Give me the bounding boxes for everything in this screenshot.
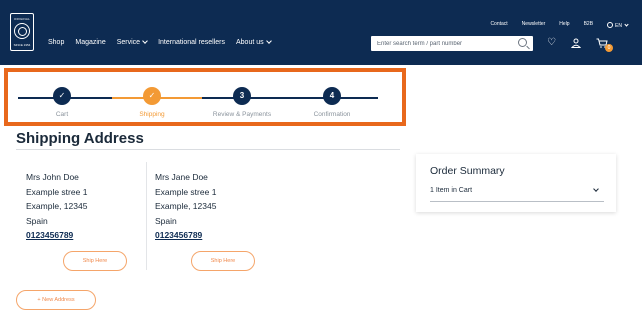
logo-tag-text: SINCE 1954 bbox=[13, 43, 31, 47]
step-label-confirmation: Confirmation bbox=[313, 111, 351, 118]
b2b-link[interactable]: B2B bbox=[584, 21, 593, 29]
heart-icon[interactable]: ♡ bbox=[547, 38, 556, 48]
step-number: 4 bbox=[329, 91, 335, 100]
nav-international-resellers[interactable]: International resellers bbox=[158, 39, 225, 46]
address-street: Example stree 1 bbox=[155, 186, 217, 197]
address-city: Example, 12345 bbox=[26, 201, 88, 211]
nav-magazine[interactable]: Magazine bbox=[75, 39, 105, 46]
step-label-shipping: Shipping bbox=[139, 111, 165, 118]
step-number: 3 bbox=[239, 91, 245, 100]
nav-resellers-label: International resellers bbox=[158, 39, 225, 46]
newsletter-link[interactable]: Newsletter bbox=[522, 21, 546, 29]
address-card-1: Mrs John Doe Example stree 1 Example, 12… bbox=[26, 170, 87, 243]
address-country: Spain bbox=[155, 215, 177, 226]
check-icon: ✓ bbox=[58, 91, 66, 100]
main-navigation: Shop Magazine Service International rese… bbox=[48, 38, 272, 46]
nav-service-label: Service bbox=[116, 39, 141, 46]
address-card-2: Mrs Jane Doe Example stree 1 Example, 12… bbox=[155, 170, 216, 243]
nav-about-label: About us bbox=[236, 39, 264, 46]
step-label-cart: Cart bbox=[55, 111, 69, 118]
nav-about-us[interactable]: About us bbox=[236, 38, 272, 46]
site-header: ORIGINAL SINCE 1954 Shop Magazine Servic… bbox=[0, 0, 642, 65]
address-name: Mrs Jane Doe bbox=[155, 172, 208, 182]
chevron-down-icon bbox=[624, 22, 629, 27]
search-box bbox=[371, 36, 533, 51]
address-name: Mrs John Doe bbox=[26, 172, 79, 182]
nav-shop-label: Shop bbox=[48, 39, 65, 46]
check-icon: ✓ bbox=[148, 91, 156, 100]
vw-classic-logo[interactable]: ORIGINAL SINCE 1954 bbox=[10, 13, 34, 51]
vw-emblem-icon bbox=[14, 23, 30, 39]
checkout-stepper: ✓ ✓ 3 4 Cart Shipping Review & Payments … bbox=[4, 68, 406, 126]
globe-icon bbox=[607, 22, 614, 28]
step-review-payments: 3 bbox=[233, 87, 251, 105]
nav-shop[interactable]: Shop bbox=[48, 39, 64, 46]
address-street: Example stree 1 bbox=[26, 186, 88, 197]
help-link[interactable]: Help bbox=[559, 21, 569, 29]
order-summary-title: Order Summary bbox=[430, 165, 505, 177]
user-icon[interactable] bbox=[570, 38, 582, 51]
language-label: EN bbox=[615, 23, 622, 29]
chevron-down-icon bbox=[142, 38, 148, 44]
nav-service[interactable]: Service bbox=[116, 38, 148, 46]
cart-count-badge: 0 bbox=[605, 44, 613, 52]
ship-here-button-1[interactable]: Ship Here bbox=[63, 251, 127, 271]
language-selector[interactable]: EN bbox=[607, 21, 629, 29]
address-divider bbox=[146, 162, 147, 270]
new-address-button[interactable]: + New Address bbox=[16, 290, 96, 310]
contact-link[interactable]: Contact bbox=[490, 21, 507, 29]
logo-brand-text: ORIGINAL bbox=[14, 17, 30, 21]
step-cart[interactable]: ✓ bbox=[53, 87, 71, 105]
step-shipping[interactable]: ✓ bbox=[143, 87, 161, 105]
ship-here-button-2[interactable]: Ship Here bbox=[191, 251, 255, 271]
chevron-down-icon[interactable] bbox=[593, 186, 599, 192]
address-country: Spain bbox=[26, 215, 48, 226]
address-city: Example, 12345 bbox=[155, 201, 217, 211]
top-utility-nav: Contact Newsletter Help B2B EN bbox=[490, 21, 629, 29]
page-title: Shipping Address bbox=[16, 130, 144, 147]
title-divider bbox=[16, 149, 400, 150]
search-input[interactable] bbox=[377, 38, 507, 49]
search-icon[interactable] bbox=[518, 38, 527, 47]
address-phone-link[interactable]: 0123456789 bbox=[155, 228, 216, 243]
chevron-down-icon bbox=[265, 38, 272, 44]
summary-divider bbox=[430, 201, 604, 202]
order-summary-panel: Order Summary 1 Item in Cart bbox=[416, 154, 616, 212]
address-phone-link[interactable]: 0123456789 bbox=[26, 228, 87, 243]
items-in-cart-toggle[interactable]: 1 Item in Cart bbox=[430, 187, 472, 194]
nav-magazine-label: Magazine bbox=[75, 39, 106, 46]
step-label-review-payments: Review & Payments bbox=[212, 111, 272, 118]
step-confirmation: 4 bbox=[323, 87, 341, 105]
